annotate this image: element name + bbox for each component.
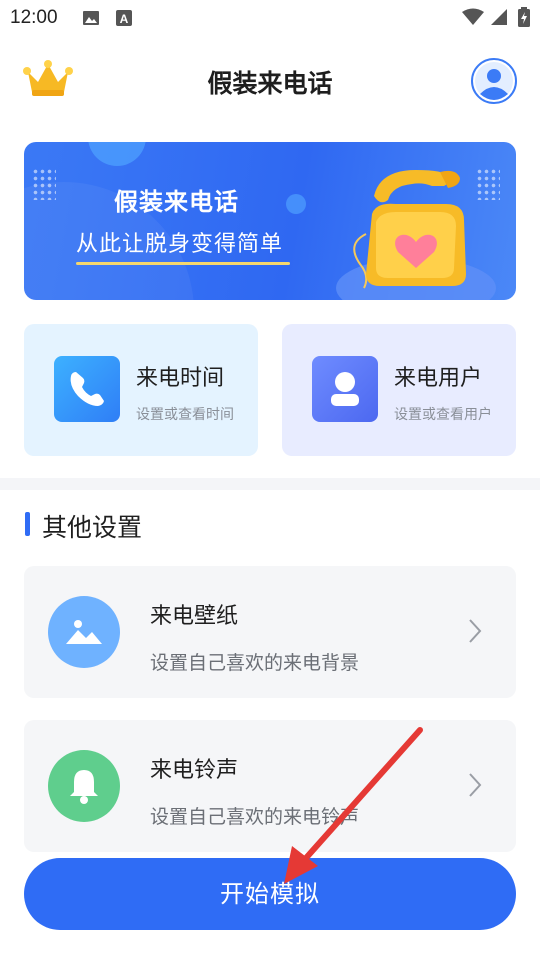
- image-mountain-icon: [48, 596, 120, 668]
- signal-icon: [490, 8, 508, 30]
- caller-user-title: 来电用户: [394, 366, 483, 391]
- status-bar: 12:00 A: [0, 0, 540, 36]
- battery-icon: [518, 7, 530, 31]
- caller-user-card[interactable]: 来电用户 设置或查看用户: [282, 324, 516, 456]
- avatar-icon[interactable]: [471, 58, 517, 104]
- promo-banner[interactable]: 假装来电话 从此让脱身变得简单: [24, 142, 516, 300]
- image-icon: [82, 9, 100, 31]
- retro-phone-heart-icon: [336, 164, 496, 300]
- start-simulation-button[interactable]: 开始模拟: [24, 858, 516, 930]
- bell-icon: [48, 750, 120, 822]
- ringtone-subtitle: 设置自己喜欢的来电铃声: [150, 806, 360, 828]
- ringtone-title: 来电铃声: [150, 758, 239, 783]
- section-accent-bar: [25, 512, 30, 536]
- call-time-title: 来电时间: [136, 366, 225, 391]
- section-title: 其他设置: [42, 513, 143, 542]
- status-time: 12:00: [10, 7, 58, 28]
- chevron-right-icon: [468, 618, 482, 648]
- ringtone-setting-item[interactable]: 来电铃声 设置自己喜欢的来电铃声: [24, 720, 516, 852]
- call-time-card[interactable]: 来电时间 设置或查看时间: [24, 324, 258, 456]
- banner-title: 假装来电话: [114, 188, 239, 216]
- wifi-icon: [462, 8, 484, 30]
- caller-user-subtitle: 设置或查看用户: [394, 407, 492, 423]
- banner-decor-bubble: [88, 142, 146, 166]
- chevron-right-icon: [468, 772, 482, 802]
- section-divider: [0, 478, 540, 490]
- phone-icon: [54, 356, 120, 422]
- a-badge-icon: A: [116, 9, 132, 31]
- banner-underline: [76, 262, 290, 265]
- wallpaper-title: 来电壁纸: [150, 604, 239, 629]
- user-icon: [312, 356, 378, 422]
- app-header: 假装来电话: [0, 36, 540, 126]
- call-time-subtitle: 设置或查看时间: [136, 407, 234, 423]
- banner-subtitle: 从此让脱身变得简单: [76, 232, 284, 257]
- wallpaper-setting-item[interactable]: 来电壁纸 设置自己喜欢的来电背景: [24, 566, 516, 698]
- banner-decor-dot: [286, 194, 306, 214]
- page-title: 假装来电话: [207, 69, 333, 98]
- wallpaper-subtitle: 设置自己喜欢的来电背景: [150, 652, 360, 674]
- banner-dots-left: [32, 168, 56, 200]
- svg-text:A: A: [120, 12, 129, 26]
